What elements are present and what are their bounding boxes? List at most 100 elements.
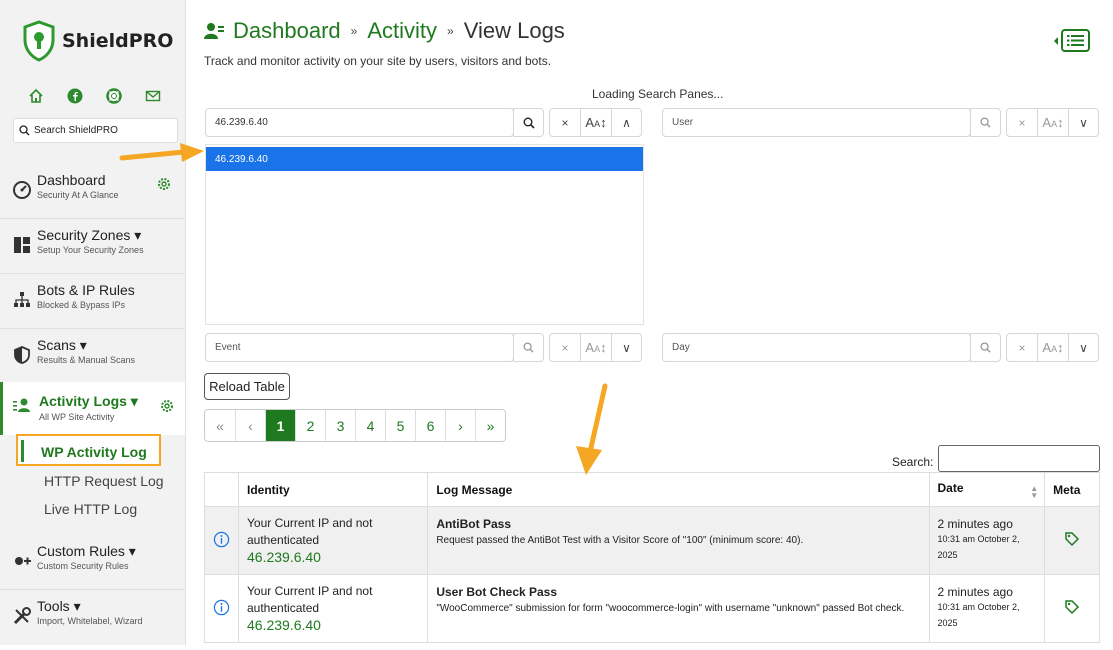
sidebar-item-title: Bots & IP Rules (37, 282, 135, 298)
info-icon[interactable] (213, 531, 230, 548)
page-next-button[interactable]: › (445, 410, 475, 441)
event-pane-clear-button[interactable]: × (549, 333, 581, 362)
date-absolute-year: 2025 (937, 618, 958, 628)
quick-links (28, 88, 162, 105)
ip-pane-list: 46.239.6.40 (205, 144, 644, 325)
breadcrumb-activity[interactable]: Activity (367, 18, 437, 44)
sidebar-item-title: Scans ▾ (37, 337, 87, 353)
sidebar-item-title: Activity Logs ▾ (39, 393, 138, 409)
column-header-date[interactable]: Date ▲ ▼ (928, 472, 1046, 507)
column-header-log-message[interactable]: Log Message (427, 472, 930, 507)
page-first-button[interactable]: « (205, 410, 235, 441)
sidebar-item-title: Custom Rules ▾ (37, 543, 136, 559)
menu-toggle-icon[interactable] (1053, 28, 1091, 54)
day-pane-expand-button[interactable]: ∨ (1068, 333, 1099, 362)
ip-pane-clear-button[interactable]: × (549, 108, 581, 137)
breadcrumb-separator: » (447, 24, 454, 38)
identity-ip-link[interactable]: 46.239.6.40 (247, 617, 419, 634)
day-pane-sort-button[interactable]: AA↕ (1037, 333, 1069, 362)
page-prev-button[interactable]: ‹ (235, 410, 265, 441)
event-pane-search-button[interactable] (513, 333, 544, 362)
submenu-http-request-log[interactable]: HTTP Request Log (44, 473, 164, 489)
table-row: Your Current IP and not authenticated 46… (204, 574, 1100, 643)
search-icon (523, 117, 535, 129)
event-pane-search-input[interactable]: Event (205, 333, 514, 362)
brand-name: ShieldPRO (62, 30, 174, 52)
brand-logo[interactable]: ShieldPRO (22, 20, 173, 62)
facebook-icon[interactable] (67, 88, 84, 105)
log-message-body: "WooCommerce" submission for form "wooco… (436, 603, 905, 614)
sort-alpha-icon: AA↕ (1042, 115, 1064, 130)
tag-icon[interactable] (1064, 531, 1080, 547)
sidebar-item-subtitle: Security At A Glance (37, 190, 119, 200)
search-icon (980, 117, 991, 128)
day-pane-clear-button[interactable]: × (1006, 333, 1038, 362)
identity-ip-link[interactable]: 46.239.6.40 (247, 549, 419, 566)
home-icon[interactable] (28, 88, 45, 105)
sidebar-item-dashboard[interactable]: Dashboard Security At A Glance (0, 172, 185, 224)
submenu-wp-activity-log[interactable]: WP Activity Log (16, 434, 161, 466)
column-header-meta: Meta (1044, 472, 1100, 507)
support-lifebuoy-icon[interactable] (106, 88, 123, 105)
sidebar-item-activity-logs[interactable]: Activity Logs ▾ All WP Site Activity (0, 382, 185, 435)
sidebar-divider (0, 273, 185, 274)
sort-alpha-icon: AA↕ (585, 115, 607, 130)
gear-icon[interactable] (156, 176, 172, 192)
layout-grid-icon (14, 237, 30, 253)
sidebar-item-subtitle: Blocked & Bypass IPs (37, 300, 126, 310)
page-5-button[interactable]: 5 (385, 410, 415, 441)
event-pane-expand-button[interactable]: ∨ (611, 333, 642, 362)
sidebar-item-tools[interactable]: Tools ▾ Import, Whitelabel, Wizard (0, 598, 185, 650)
info-icon[interactable] (213, 599, 230, 616)
breadcrumb: Dashboard » Activity » View Logs (203, 18, 565, 44)
log-message-cell: User Bot Check Pass "WooCommerce" submis… (427, 574, 930, 643)
column-header-identity[interactable]: Identity (237, 472, 429, 507)
close-icon: × (561, 115, 569, 130)
page-2-button[interactable]: 2 (295, 410, 325, 441)
active-indicator (21, 440, 24, 462)
ip-pane-search-button[interactable] (513, 108, 544, 137)
date-relative: 2 minutes ago (937, 585, 1013, 599)
user-pane-expand-button[interactable]: ∨ (1068, 108, 1099, 137)
identity-cell: Your Current IP and not authenticated 46… (237, 574, 429, 643)
user-pane-search-input[interactable]: User (662, 108, 971, 137)
user-pane-search-button[interactable] (970, 108, 1001, 137)
sidebar-item-custom-rules[interactable]: Custom Rules ▾ Custom Security Rules (0, 543, 185, 595)
sort-alpha-icon: AA↕ (585, 340, 607, 355)
user-pane-clear-button[interactable]: × (1006, 108, 1038, 137)
ip-pane-option-selected[interactable]: 46.239.6.40 (206, 147, 643, 171)
ip-pane-search-input[interactable]: 46.239.6.40 (205, 108, 514, 137)
reload-table-button[interactable]: Reload Table (204, 373, 290, 400)
tag-icon[interactable] (1064, 599, 1080, 615)
page-3-button[interactable]: 3 (325, 410, 355, 441)
search-icon (523, 342, 534, 353)
day-pane-search-input[interactable]: Day (662, 333, 971, 362)
ip-pane-sort-button[interactable]: AA↕ (580, 108, 612, 137)
day-pane-search-button[interactable] (970, 333, 1001, 362)
gear-icon[interactable] (159, 398, 175, 414)
table-search-input[interactable] (938, 445, 1100, 472)
meta-cell (1044, 574, 1100, 643)
page-1-button[interactable]: 1 (265, 410, 295, 441)
chevron-down-icon: ∨ (1079, 115, 1088, 130)
sidebar-item-subtitle: Setup Your Security Zones (37, 245, 144, 255)
sidebar-item-bots-ip-rules[interactable]: Bots & IP Rules Blocked & Bypass IPs (0, 282, 185, 334)
page-4-button[interactable]: 4 (355, 410, 385, 441)
submenu-live-http-log[interactable]: Live HTTP Log (44, 501, 137, 517)
envelope-icon[interactable] (145, 88, 162, 105)
event-pane-sort-button[interactable]: AA↕ (580, 333, 612, 362)
page-6-button[interactable]: 6 (415, 410, 445, 441)
search-icon (980, 342, 991, 353)
sidebar-item-title: Dashboard (37, 172, 106, 188)
date-absolute: 10:31 am October 2, (937, 602, 1020, 612)
date-absolute-year: 2025 (937, 550, 958, 560)
breadcrumb-dashboard[interactable]: Dashboard (233, 18, 341, 44)
sidebar-item-security-zones[interactable]: Security Zones ▾ Setup Your Security Zon… (0, 227, 185, 279)
search-icon (19, 125, 30, 136)
ip-pane-collapse-button[interactable]: ∧ (611, 108, 642, 137)
page-last-button[interactable]: » (475, 410, 505, 441)
user-pane-sort-button[interactable]: AA↕ (1037, 108, 1069, 137)
sidebar-search-label: Search ShieldPRO (34, 125, 118, 136)
rules-plus-icon (15, 557, 31, 565)
main-content: Dashboard » Activity » View Logs Track a… (187, 0, 1113, 645)
